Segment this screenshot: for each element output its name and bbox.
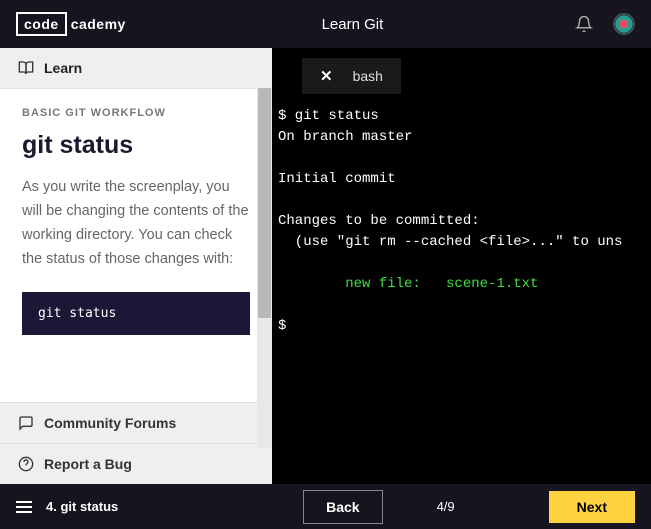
progress-indicator: 4/9	[437, 499, 455, 514]
lesson-title: git status	[22, 131, 250, 160]
logo-text: cademy	[67, 14, 130, 34]
scrollbar-thumb[interactable]	[258, 88, 271, 318]
terminal-tab-bar: ✕ bash	[272, 48, 651, 94]
back-button[interactable]: Back	[303, 490, 382, 524]
help-icon	[18, 456, 34, 472]
community-forums-link[interactable]: Community Forums	[0, 402, 272, 443]
close-icon[interactable]: ✕	[320, 69, 333, 84]
community-forums-label: Community Forums	[44, 415, 176, 431]
report-bug-label: Report a Bug	[44, 456, 132, 472]
next-button[interactable]: Next	[549, 491, 635, 523]
notifications-icon[interactable]	[575, 15, 593, 33]
terminal-output[interactable]: $ git status On branch master Initial co…	[272, 94, 651, 484]
lesson-number-label[interactable]: 4. git status	[46, 499, 118, 514]
chat-icon	[18, 415, 34, 431]
menu-icon[interactable]	[16, 501, 32, 513]
terminal-tab-label: bash	[353, 68, 383, 84]
bottom-bar: 4. git status Back 4/9 Next	[0, 484, 651, 529]
lesson-description: As you write the screenplay, you will be…	[22, 176, 250, 272]
report-bug-link[interactable]: Report a Bug	[0, 443, 272, 484]
main-area: Learn BASIC GIT WORKFLOW git status As y…	[0, 48, 651, 484]
lesson-content: BASIC GIT WORKFLOW git status As you wri…	[0, 89, 272, 402]
course-title: Learn Git	[130, 16, 575, 33]
learn-tab[interactable]: Learn	[0, 48, 272, 89]
lesson-sidebar: Learn BASIC GIT WORKFLOW git status As y…	[0, 48, 272, 484]
top-bar: code cademy Learn Git	[0, 0, 651, 48]
book-icon	[18, 60, 34, 76]
logo[interactable]: code cademy	[16, 12, 130, 36]
avatar[interactable]	[613, 13, 635, 35]
learn-tab-label: Learn	[44, 60, 82, 76]
lesson-category: BASIC GIT WORKFLOW	[22, 107, 250, 119]
terminal-tab-bash[interactable]: ✕ bash	[302, 58, 401, 94]
logo-box: code	[16, 12, 67, 36]
terminal-panel: ✕ bash $ git status On branch master Ini…	[272, 48, 651, 484]
code-example: git status	[22, 292, 250, 335]
